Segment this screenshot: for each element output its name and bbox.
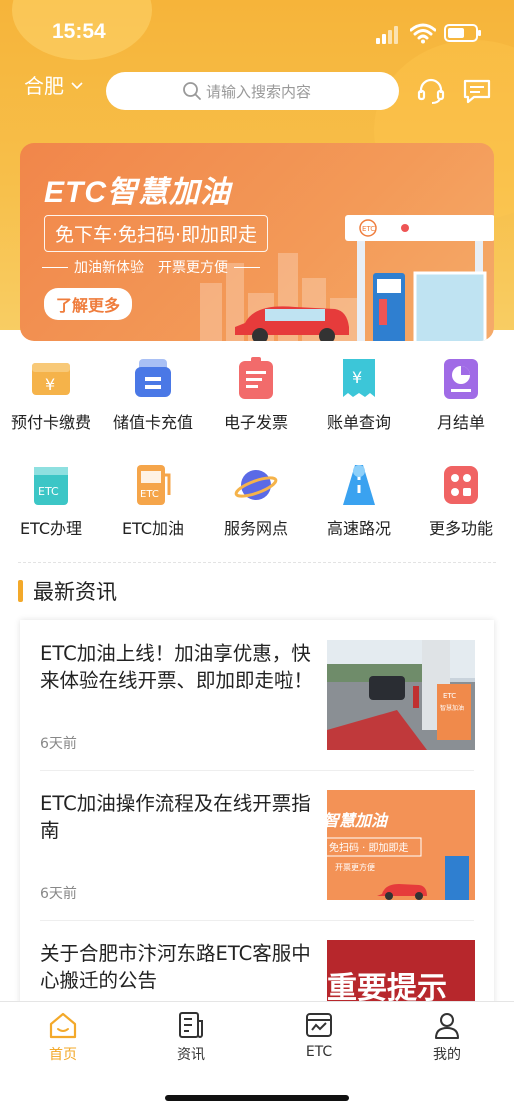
service-row-1: ¥ 预付卡缴费 储值卡充值 电子发票 ¥ 账单查询 月结单 xyxy=(0,355,514,445)
city-name: 合肥 xyxy=(24,74,64,98)
banner-subline-left: 加油新体验 xyxy=(74,260,144,276)
service-label: 电子发票 xyxy=(223,413,288,432)
gas-station-illustration: ETC xyxy=(235,215,494,341)
more-icon xyxy=(444,466,478,504)
news-title: 关于合肥市汴河东路ETC客服中心搬迁的公告 xyxy=(40,942,311,992)
etc-fuel-banner-thumb: 智慧加油 免扫码 · 即加即走 开票更方便 xyxy=(327,790,475,900)
cellular-signal-icon xyxy=(376,26,402,44)
service-stored-card[interactable]: 储值卡充值 xyxy=(102,355,204,433)
tab-label: 资讯 xyxy=(177,1047,205,1063)
service-etc-fuel[interactable]: ETC ETC加油 xyxy=(102,461,204,539)
news-title: ETC加油上线！加油享优惠，快来体验在线开票、即加即走啦！ xyxy=(40,642,314,692)
battery-icon xyxy=(444,24,481,42)
headset-icon[interactable] xyxy=(416,76,446,106)
service-label: ETC办理 xyxy=(19,519,83,538)
service-more[interactable]: 更多功能 xyxy=(410,461,512,539)
notice-text: 重要提示 xyxy=(327,971,447,1002)
news-icon xyxy=(179,1012,203,1038)
stored-card-icon xyxy=(135,359,171,397)
thumb-sub: 开票更方便 xyxy=(335,862,375,872)
promo-banner[interactable]: ETC智慧加油 免下车·免扫码·即加即走 加油新体验 开票更方便 了解更多 ET… xyxy=(20,143,494,341)
important-notice-thumb: 重要提示 xyxy=(327,940,475,1002)
tab-home[interactable]: 首页 xyxy=(23,1010,103,1064)
section-divider xyxy=(18,562,496,563)
road-icon xyxy=(343,465,375,505)
photo-sign-text: ETC xyxy=(443,692,456,700)
tab-label: 我的 xyxy=(433,1047,461,1063)
etc-glyph: ETC xyxy=(140,489,159,500)
search-icon xyxy=(183,82,201,100)
planet-icon xyxy=(234,470,278,500)
thumb-slogan: 免扫码 · 即加即走 xyxy=(329,841,409,854)
search-placeholder: 请输入搜索内容 xyxy=(206,82,312,101)
city-selector[interactable]: 合肥 xyxy=(24,70,84,99)
service-label: 高速路况 xyxy=(326,519,391,538)
item-divider xyxy=(40,770,474,771)
service-prepaid-card[interactable]: ¥ 预付卡缴费 xyxy=(0,355,102,433)
home-icon xyxy=(49,1012,77,1039)
message-icon[interactable] xyxy=(462,76,492,106)
service-label: 预付卡缴费 xyxy=(10,413,91,432)
fuel-pump-icon: ETC xyxy=(137,465,171,505)
tab-label: 首页 xyxy=(49,1047,77,1063)
thumb-title: 智慧加油 xyxy=(327,811,389,830)
etc-glyph: ETC xyxy=(38,485,59,498)
news-date: 6天前 xyxy=(40,736,77,752)
chevron-down-icon xyxy=(71,81,83,89)
news-item[interactable]: ETC加油上线！加油享优惠，快来体验在线开票、即加即走啦！ 6天前 ETC 智慧… xyxy=(20,620,494,770)
tab-news[interactable]: 资讯 xyxy=(151,1010,231,1064)
service-e-invoice[interactable]: 电子发票 xyxy=(205,355,307,433)
service-bill-query[interactable]: ¥ 账单查询 xyxy=(308,355,410,433)
status-bar: 15:54 xyxy=(0,0,514,64)
service-road-conditions[interactable]: 高速路况 xyxy=(308,461,410,539)
news-heading: 最新资讯 xyxy=(33,580,117,604)
banner-subline-right: 开票更方便 xyxy=(158,260,228,276)
wifi-icon xyxy=(410,23,436,44)
service-label: 更多功能 xyxy=(428,519,493,538)
home-indicator xyxy=(165,1095,349,1101)
news-section-header: 最新资讯 xyxy=(18,576,117,606)
tab-profile[interactable]: 我的 xyxy=(407,1010,487,1064)
profile-icon xyxy=(435,1013,459,1039)
status-time: 15:54 xyxy=(52,20,106,43)
service-outlets[interactable]: 服务网点 xyxy=(205,461,307,539)
search-input[interactable]: 请输入搜索内容 xyxy=(106,72,399,110)
bill-icon: ¥ xyxy=(343,359,375,397)
service-label: 储值卡充值 xyxy=(112,413,193,432)
service-label: 月结单 xyxy=(436,413,485,432)
gas-station-photo: ETC 智慧加油 xyxy=(327,640,475,750)
news-item[interactable]: ETC加油操作流程及在线开票指南 6天前 智慧加油 免扫码 · 即加即走 开票更… xyxy=(20,770,494,920)
etc-tab-icon xyxy=(306,1013,332,1037)
learn-more-button[interactable]: 了解更多 xyxy=(44,288,133,320)
news-list: ETC加油上线！加油享优惠，快来体验在线开票、即加即走啦！ 6天前 ETC 智慧… xyxy=(20,620,494,1020)
photo-sign-text: 智慧加油 xyxy=(440,704,464,712)
monthly-statement-icon xyxy=(444,359,478,399)
news-date: 6天前 xyxy=(40,886,77,902)
yen-glyph: ¥ xyxy=(45,375,55,394)
prepaid-card-icon: ¥ xyxy=(32,363,70,395)
service-label: ETC加油 xyxy=(121,519,185,538)
service-label: 账单查询 xyxy=(326,413,391,432)
tab-etc[interactable]: ETC xyxy=(279,1010,359,1060)
invoice-icon xyxy=(239,357,273,399)
etc-card-icon: ETC xyxy=(34,467,68,505)
tab-label: ETC xyxy=(305,1044,333,1060)
service-monthly-statement[interactable]: 月结单 xyxy=(410,355,512,433)
section-accent-bar xyxy=(18,580,23,602)
news-title: ETC加油操作流程及在线开票指南 xyxy=(40,792,311,842)
service-row-2: ETC ETC办理 ETC ETC加油 服务网点 高速路况 更多功能 xyxy=(0,461,514,551)
banner-title: ETC智慧加油 xyxy=(44,176,231,209)
service-etc-apply[interactable]: ETC ETC办理 xyxy=(0,461,102,539)
station-sign-text: ETC xyxy=(362,225,375,233)
yen-glyph: ¥ xyxy=(352,368,362,387)
item-divider xyxy=(40,920,474,921)
service-label: 服务网点 xyxy=(223,519,288,538)
